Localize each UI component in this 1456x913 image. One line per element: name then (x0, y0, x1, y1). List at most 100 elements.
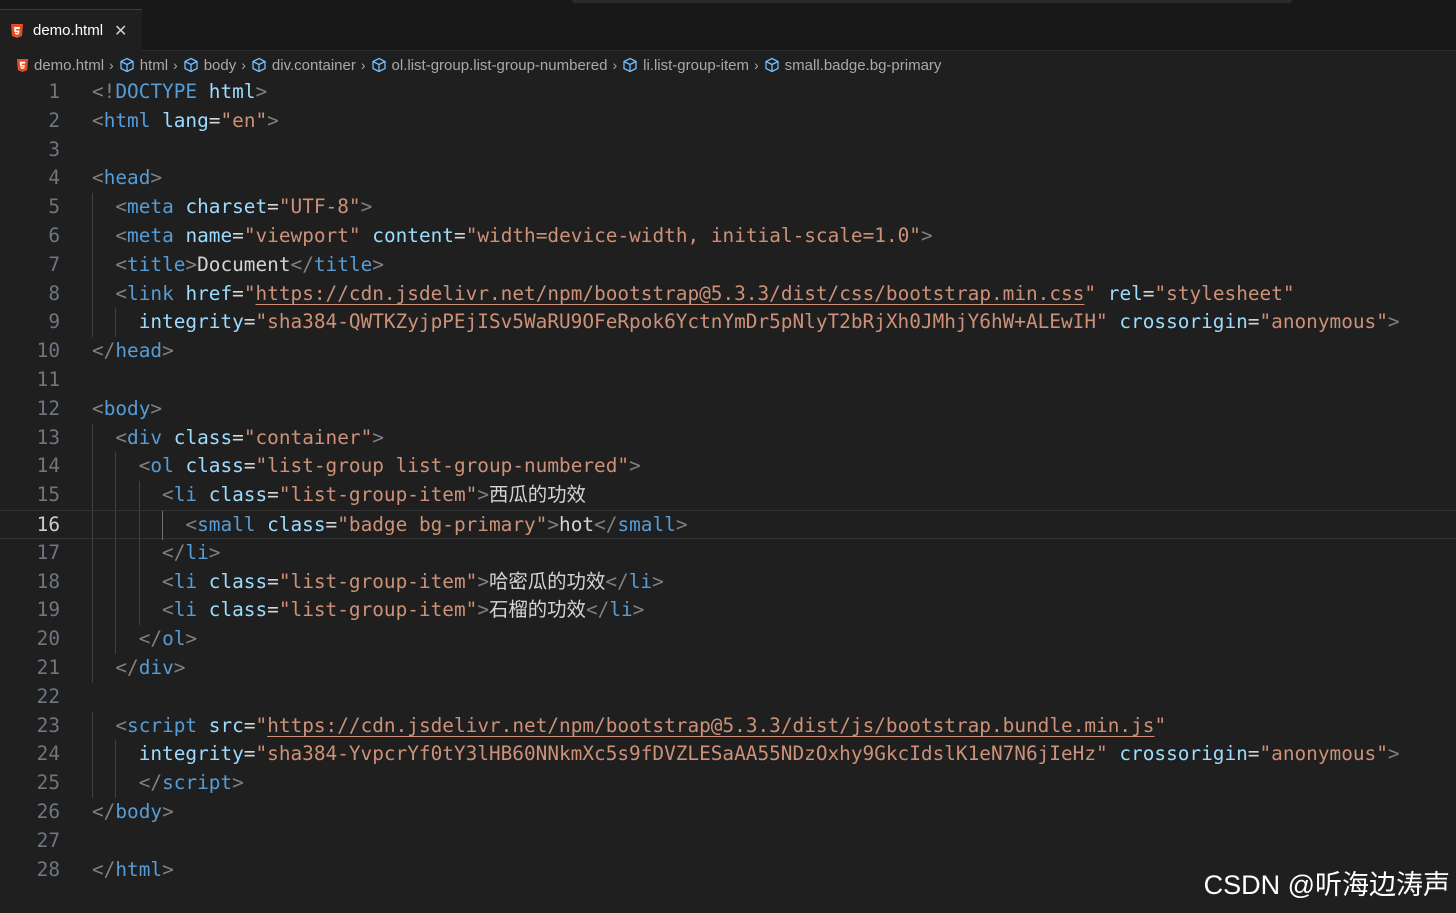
code-line[interactable]: 18 <li class="list-group-item">哈密瓜的功效</l… (0, 567, 1456, 597)
line-number: 1 (48, 80, 60, 103)
code-line[interactable]: 27 (0, 827, 1456, 856)
code-line[interactable]: 23 <script src="https://cdn.jsdelivr.net… (0, 711, 1456, 741)
code-token: body (115, 800, 163, 823)
line-number: 25 (36, 771, 60, 795)
code-line[interactable]: 25 </script> (0, 769, 1456, 798)
line-number: 24 (36, 742, 60, 766)
code-token: > (173, 656, 186, 679)
code-token: href (185, 281, 233, 305)
code-token: script (127, 713, 198, 737)
code-text: <li class="list-group-item">西瓜的功效 (92, 481, 586, 510)
code-token: 石榴的功效 (489, 598, 586, 622)
code-token: < (115, 281, 128, 305)
code-token: content (372, 224, 454, 247)
code-token: = (1142, 281, 1155, 305)
breadcrumb-item[interactable]: div.container (251, 57, 356, 74)
code-line[interactable]: 2 <html lang="en"> (0, 107, 1456, 136)
html5-icon (10, 23, 24, 38)
code-token: https://cdn.jsdelivr.net/npm/bootstrap@5… (267, 713, 1155, 737)
code-token: "viewport" (243, 224, 361, 247)
code-line[interactable]: 17 </li> (0, 538, 1456, 568)
code-line[interactable]: 11 (0, 366, 1456, 395)
code-line[interactable]: 16 <small class="badge bg-primary">hot</… (0, 510, 1456, 540)
code-token: = (454, 224, 466, 247)
code-token: > (372, 252, 384, 276)
code-line[interactable]: 10 </head> (0, 337, 1456, 366)
code-line[interactable]: 6 <meta name="viewport" content="width=d… (0, 222, 1456, 251)
line-number: 8 (48, 281, 60, 305)
code-line[interactable]: 24 integrity="sha384-YvpcrYf0tY3lHB60NNk… (0, 740, 1456, 770)
html5-icon (16, 58, 29, 72)
breadcrumb-label: li.list-group-item (643, 56, 749, 74)
code-token: < (92, 108, 104, 132)
close-icon[interactable]: ✕ (114, 21, 127, 41)
breadcrumb: demo.html › html › body › div.container › ol.lis… (0, 52, 1456, 78)
breadcrumb-item[interactable]: ol.list-group.list-group-numbered (371, 57, 607, 74)
code-token: " (1154, 713, 1167, 737)
code-token: = (1247, 742, 1260, 766)
line-number: 27 (36, 828, 60, 852)
code-line[interactable]: 12 <body> (0, 395, 1456, 424)
code-text: integrity="sha384-YvpcrYf0tY3lHB60NNkmXc… (92, 740, 1400, 769)
code-token: = (1247, 310, 1260, 334)
code-text: </html> (92, 856, 174, 885)
code-line[interactable]: 1 <!DOCTYPE html> (0, 78, 1456, 107)
code-token: = (267, 195, 279, 219)
code-token: "UTF-8" (278, 195, 361, 219)
code-token: class (267, 513, 326, 536)
code-line[interactable]: 8 <link href="https://cdn.jsdelivr.net/n… (0, 279, 1456, 309)
breadcrumb-item[interactable]: li.list-group-item (622, 57, 749, 74)
code-line[interactable]: 21 </div> (0, 654, 1456, 683)
code-line[interactable]: 13 <div class="container"> (0, 423, 1456, 453)
code-token: crossorigin (1119, 310, 1248, 334)
line-number: 6 (48, 224, 60, 247)
code-editor[interactable]: 1 <!DOCTYPE html> 2 <html lang="en"> 3 4 <head… (0, 78, 1456, 913)
code-line[interactable]: 5 <meta charset="UTF-8"> (0, 193, 1456, 222)
code-token: html (208, 80, 256, 103)
code-line[interactable]: 15 <li class="list-group-item">西瓜的功效 (0, 481, 1456, 510)
code-text: <li class="list-group-item">石榴的功效</li> (92, 596, 644, 625)
breadcrumb-item[interactable]: demo.html (16, 57, 104, 74)
watermark: CSDN @听海边涛声 (1203, 870, 1450, 900)
code-token: = (243, 713, 256, 737)
code-token: = (208, 108, 221, 132)
code-token: link (127, 281, 174, 305)
code-token: html (103, 108, 151, 132)
line-number: 17 (36, 540, 60, 564)
tab-demo-html[interactable]: demo.html ✕ (0, 9, 142, 51)
code-token: Document (197, 252, 291, 276)
code-token: meta (127, 224, 174, 247)
breadcrumb-item[interactable]: html (119, 57, 168, 74)
code-line[interactable]: 22 (0, 683, 1456, 712)
code-line[interactable]: 9 integrity="sha384-QWTKZyjpPEjISv5WaRU9… (0, 308, 1456, 338)
code-text: <head> (92, 164, 162, 193)
code-line[interactable]: 20 </ol> (0, 625, 1456, 654)
code-line[interactable]: 19 <li class="list-group-item">石榴的功效</li… (0, 596, 1456, 626)
code-line[interactable]: 3 (0, 136, 1456, 165)
code-token: title (313, 252, 373, 276)
code-text: <html lang="en"> (92, 107, 279, 136)
breadcrumb-item[interactable]: small.badge.bg-primary (764, 57, 941, 74)
breadcrumb-item[interactable]: body (183, 56, 237, 74)
line-number: 23 (36, 713, 60, 737)
code-token: </ (605, 569, 629, 593)
code-line[interactable]: 7 <title>Document</title> (0, 250, 1456, 280)
cube-icon (183, 57, 199, 73)
tab-label: demo.html (33, 22, 104, 39)
code-token: class (185, 454, 244, 478)
code-token: < (115, 252, 128, 276)
code-token: < (92, 166, 104, 190)
code-line[interactable]: 4 <head> (0, 164, 1456, 193)
code-line[interactable]: 26 </body> (0, 798, 1456, 827)
code-token: head (115, 339, 163, 363)
code-token: = (267, 569, 279, 593)
breadcrumb-label: body (203, 56, 237, 74)
code-token: > (675, 513, 688, 536)
code-line[interactable]: 14 <ol class="list-group list-group-numb… (0, 452, 1456, 482)
code-token: > (267, 108, 279, 132)
